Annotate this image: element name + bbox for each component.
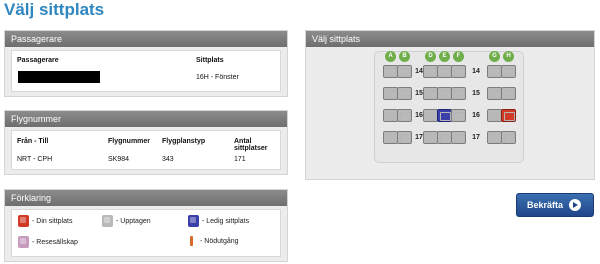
seat-16d[interactable] [423, 109, 438, 122]
legend-label-taken: - Upptagen [116, 217, 151, 225]
column-label-d: D [425, 51, 436, 62]
seat-companion-icon [18, 236, 29, 248]
seat-15h[interactable] [501, 87, 516, 100]
passengers-panel: Passagerare Passagerare Sittplats 16H - … [4, 30, 288, 97]
seat-14e[interactable] [437, 65, 452, 78]
row-number-17-right: 17 [472, 134, 480, 141]
passenger-seat-value: 16H - Fönster [196, 74, 239, 81]
flight-panel: Flygnummer Från - Till Flygnummer Flygpl… [4, 110, 288, 175]
seat-17f[interactable] [451, 131, 466, 144]
legend-item-mine: - Din sittplats [18, 215, 72, 227]
row-number-17-left: 17 [415, 134, 423, 141]
seatmap-panel-heading: Välj sittplats [306, 31, 594, 47]
seat-mine-icon [18, 215, 29, 227]
col-passenger-header: Passagerare [17, 57, 59, 64]
flight-table: Från - Till Flygnummer Flygplanstyp Anta… [11, 130, 281, 170]
column-label-e: E [439, 51, 450, 62]
seat-count-value: 171 [234, 156, 246, 163]
seat-15e[interactable] [437, 87, 452, 100]
seat-17g[interactable] [487, 131, 502, 144]
seat-16g[interactable] [487, 109, 502, 122]
seat-14a[interactable] [383, 65, 398, 78]
column-label-f: F [453, 51, 464, 62]
col-seat-header: Sittplats [196, 57, 224, 64]
legend-item-free: - Ledig sittplats [188, 215, 249, 227]
seat-17h[interactable] [501, 131, 516, 144]
passengers-panel-heading: Passagerare [5, 31, 287, 47]
col-flight-number-header: Flygnummer [108, 138, 151, 145]
column-label-a: A [385, 51, 396, 62]
seatmap-panel: Välj sittplats A B D E F G H 14 14 15 15 16 16 17 17 [305, 30, 595, 180]
col-route-header: Från - Till [17, 138, 49, 145]
legend-label-mine: - Din sittplats [32, 217, 73, 225]
flight-number-value: SK984 [108, 156, 130, 163]
col-seat-count-header: Antal sittplatser [234, 138, 268, 152]
seat-15b[interactable] [397, 87, 412, 100]
row-number-14-right: 14 [472, 68, 480, 75]
seatmap-area: A B D E F G H 14 14 15 15 16 16 17 17 [306, 48, 594, 179]
seat-14b[interactable] [397, 65, 412, 78]
legend-item-taken: - Upptagen [102, 215, 151, 227]
seat-14h[interactable] [501, 65, 516, 78]
route-value: NRT - CPH [17, 156, 53, 163]
legend-panel-heading: Förklaring [5, 190, 287, 206]
legend-body: - Din sittplats - Upptagen - Ledig sittp… [11, 209, 281, 257]
legend-panel: Förklaring - Din sittplats - Upptagen - … [4, 189, 288, 262]
passenger-name-redacted [18, 71, 100, 83]
seat-taken-icon [102, 215, 113, 227]
cabin: A B D E F G H 14 14 15 15 16 16 17 17 [374, 51, 524, 163]
row-number-16-left: 16 [415, 112, 423, 119]
arrow-right-icon [569, 199, 582, 211]
row-number-16-right: 16 [472, 112, 480, 119]
seat-15g[interactable] [487, 87, 502, 100]
seat-17a[interactable] [383, 131, 398, 144]
confirm-button[interactable]: Bekräfta [516, 193, 594, 217]
exit-icon [190, 236, 193, 246]
row-number-15-right: 15 [472, 90, 480, 97]
seat-17e[interactable] [437, 131, 452, 144]
seat-16h[interactable] [501, 109, 516, 122]
seat-14g[interactable] [487, 65, 502, 78]
confirm-button-label: Bekräfta [527, 200, 564, 210]
seat-15f[interactable] [451, 87, 466, 100]
aircraft-type-value: 343 [162, 156, 174, 163]
seat-free-icon [188, 215, 199, 227]
seat-15a[interactable] [383, 87, 398, 100]
seat-14f[interactable] [451, 65, 466, 78]
flight-panel-heading: Flygnummer [5, 111, 287, 127]
seat-16f[interactable] [451, 109, 466, 122]
legend-item-exit: - Nödutgång [186, 236, 239, 246]
legend-label-exit: - Nödutgång [200, 237, 239, 245]
seat-14d[interactable] [423, 65, 438, 78]
row-number-15-left: 15 [415, 90, 423, 97]
seat-17b[interactable] [397, 131, 412, 144]
row-number-14-left: 14 [415, 68, 423, 75]
column-label-g: G [489, 51, 500, 62]
passengers-table: Passagerare Sittplats 16H - Fönster [11, 50, 281, 92]
legend-item-companion: - Resesällskap [18, 236, 78, 248]
column-label-h: H [503, 51, 514, 62]
seat-16e[interactable] [437, 109, 452, 122]
seat-17d[interactable] [423, 131, 438, 144]
legend-label-free: - Ledig sittplats [202, 217, 250, 225]
seat-15d[interactable] [423, 87, 438, 100]
page-title: Välj sittplats [4, 0, 105, 19]
column-label-b: B [399, 51, 410, 62]
seat-16b[interactable] [397, 109, 412, 122]
col-aircraft-type-header: Flygplanstyp [162, 138, 206, 145]
legend-label-companion: - Resesällskap [32, 238, 78, 246]
seat-16a[interactable] [383, 109, 398, 122]
